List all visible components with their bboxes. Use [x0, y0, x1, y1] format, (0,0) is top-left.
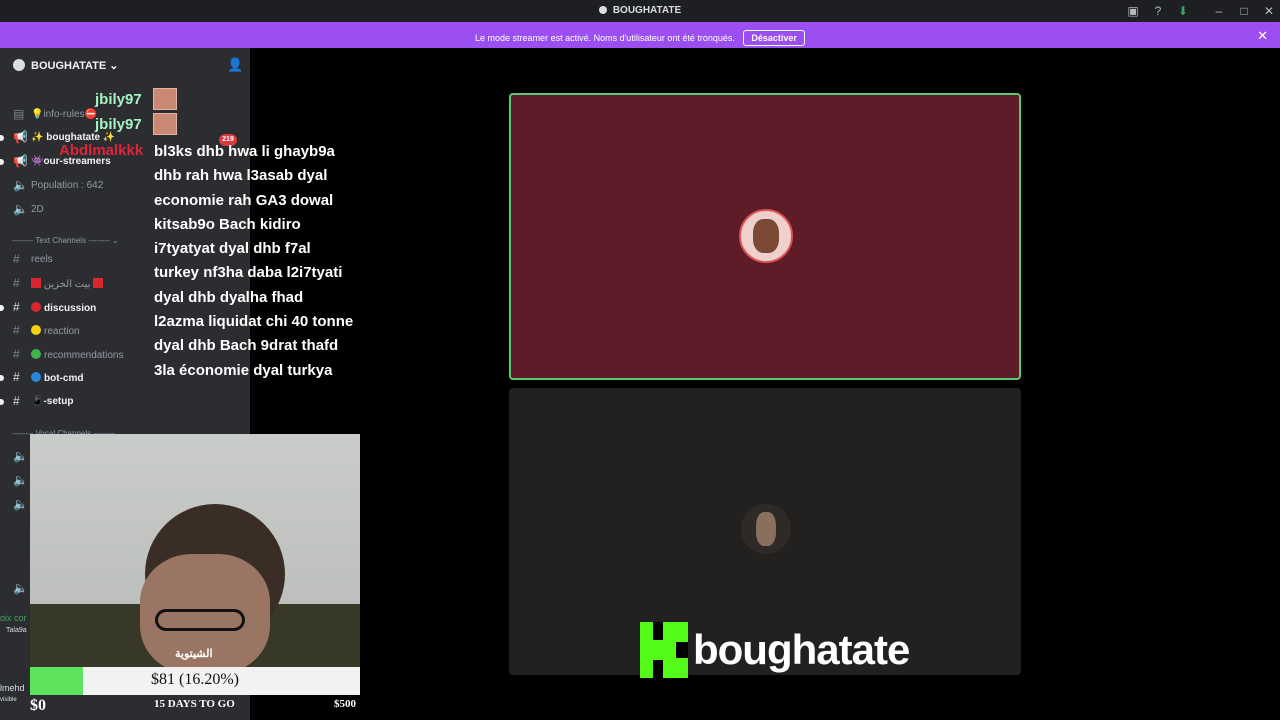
channel-label-wrap: discussion: [31, 302, 96, 314]
red-square-emoji: [31, 278, 41, 288]
invite-people-icon[interactable]: 👤: [227, 57, 243, 73]
minimize-icon[interactable]: –: [1212, 4, 1226, 18]
chat-avatar: [153, 88, 177, 110]
voice-locked-icon: 🔈: [13, 202, 28, 216]
logo-cut: [653, 622, 663, 640]
chat-username: jbily97: [95, 116, 142, 133]
voice-tile-speaking[interactable]: [509, 93, 1021, 380]
goal-countdown: 15 DAYS TO GO: [154, 698, 235, 710]
chat-username: Abdlmalkkk: [59, 142, 144, 159]
channel-setup[interactable]: # 📱-setup: [0, 391, 250, 413]
unread-indicator: [0, 305, 4, 311]
channel-label-wrap: reaction: [31, 325, 80, 337]
chat-message: bl3ks dhb hwa li ghayb9a dhb rah hwa l3a…: [154, 143, 354, 379]
announcement-icon: 📢: [13, 154, 28, 168]
voice-status-fragment: oix cor: [0, 613, 27, 623]
window-title-text: BOUGHATATE: [612, 5, 682, 16]
webcam-feed: الشيتوية: [30, 434, 360, 667]
speaker-icon: 🔈: [13, 497, 28, 511]
unread-indicator: [0, 375, 4, 381]
user-panel-fragment: lmehd: [0, 683, 25, 693]
channel-label: Population : 642: [31, 180, 104, 191]
hash-icon: #: [13, 300, 20, 314]
chat-avatar: [153, 113, 177, 135]
goal-start: $0: [30, 697, 46, 714]
channel-label-wrap: recommendations: [31, 349, 123, 361]
app-logo-icon: [598, 6, 607, 14]
channel-label-wrap: bot-cmd: [31, 372, 83, 384]
goal-target: $500: [334, 698, 356, 710]
yellow-circle-emoji: [31, 325, 41, 335]
voice-status-fragment: Tala9a: [6, 627, 27, 634]
user-avatar: [739, 209, 793, 263]
unread-indicator: [0, 159, 4, 165]
goal-current: $81 (16.20%): [151, 671, 239, 688]
channel-label: reels: [31, 254, 53, 265]
speaker-icon: 🔈: [13, 581, 28, 595]
speaker-icon: 🔈: [13, 449, 28, 463]
avatar-face: [756, 512, 776, 546]
hash-icon: #: [13, 394, 20, 408]
green-circle-emoji: [31, 349, 41, 359]
channel-label: 📱-setup: [31, 396, 74, 407]
disable-streamer-mode-button[interactable]: Désactiver: [743, 30, 805, 46]
screen-share-icon[interactable]: ▣: [1126, 4, 1140, 18]
hash-icon: #: [13, 347, 20, 361]
banner-content: Le mode streamer est activé. Noms d'util…: [0, 30, 1280, 46]
hash-icon: #: [13, 252, 20, 266]
speaker-icon: 🔈: [13, 473, 28, 487]
help-icon[interactable]: ?: [1151, 4, 1165, 18]
channel-label: discussion: [44, 303, 97, 314]
donation-goal-bar: $81 (16.20%): [30, 667, 360, 695]
window-title: BOUGHATATE: [0, 5, 1280, 16]
webcam-glasses: [155, 609, 245, 631]
banner-close-icon[interactable]: ✕: [1257, 28, 1268, 44]
maximize-icon[interactable]: □: [1237, 4, 1251, 18]
announcement-icon: 📢: [13, 130, 28, 144]
channel-label: بيت الخزين: [43, 279, 91, 290]
hash-icon: #: [13, 276, 20, 290]
category-label: -------- Text Channels --------: [12, 236, 110, 245]
banner-message: Le mode streamer est activé. Noms d'util…: [475, 33, 735, 43]
close-icon[interactable]: ✕: [1262, 4, 1276, 18]
hash-icon: #: [13, 323, 20, 337]
hash-icon: #: [13, 370, 20, 384]
voice-locked-icon: 🔈: [13, 178, 28, 192]
channel-label: reaction: [44, 326, 80, 337]
server-name: BOUGHATATE ⌄: [31, 60, 119, 72]
server-header[interactable]: BOUGHATATE ⌄ 👤: [0, 48, 250, 82]
logo-cut: [676, 642, 688, 658]
streamer-mode-banner: Le mode streamer est activé. Noms d'util…: [0, 22, 1280, 48]
channel-label-wrap: بيت الخزين: [31, 278, 104, 290]
download-icon[interactable]: ⬇: [1176, 4, 1190, 18]
chat-username: jbily97: [95, 91, 142, 108]
user-avatar: [741, 504, 791, 554]
server-icon: [13, 59, 25, 71]
kick-logo-icon: [640, 622, 688, 678]
red-square-emoji: [93, 278, 104, 288]
title-bar: BOUGHATATE ▣ ? ⬇ – □ ✕: [0, 0, 1280, 22]
unread-indicator: [0, 135, 4, 141]
channel-name: boughatate: [693, 626, 910, 673]
webcam-watermark: الشيتوية: [175, 648, 213, 660]
unread-indicator: [0, 399, 4, 405]
blue-circle-emoji: [31, 372, 41, 382]
channel-label: 2D: [31, 204, 44, 215]
channel-label: 💡info-rules⛔: [31, 109, 98, 120]
channel-label: bot-cmd: [44, 373, 84, 384]
logo-cut: [653, 660, 663, 678]
red-circle-emoji: [31, 302, 41, 312]
rules-icon: ▤: [13, 107, 25, 121]
server-name-text: BOUGHATATE: [31, 60, 107, 72]
avatar-face: [753, 219, 779, 253]
channel-label: recommendations: [44, 350, 124, 361]
user-panel-fragment: visible: [0, 697, 17, 703]
